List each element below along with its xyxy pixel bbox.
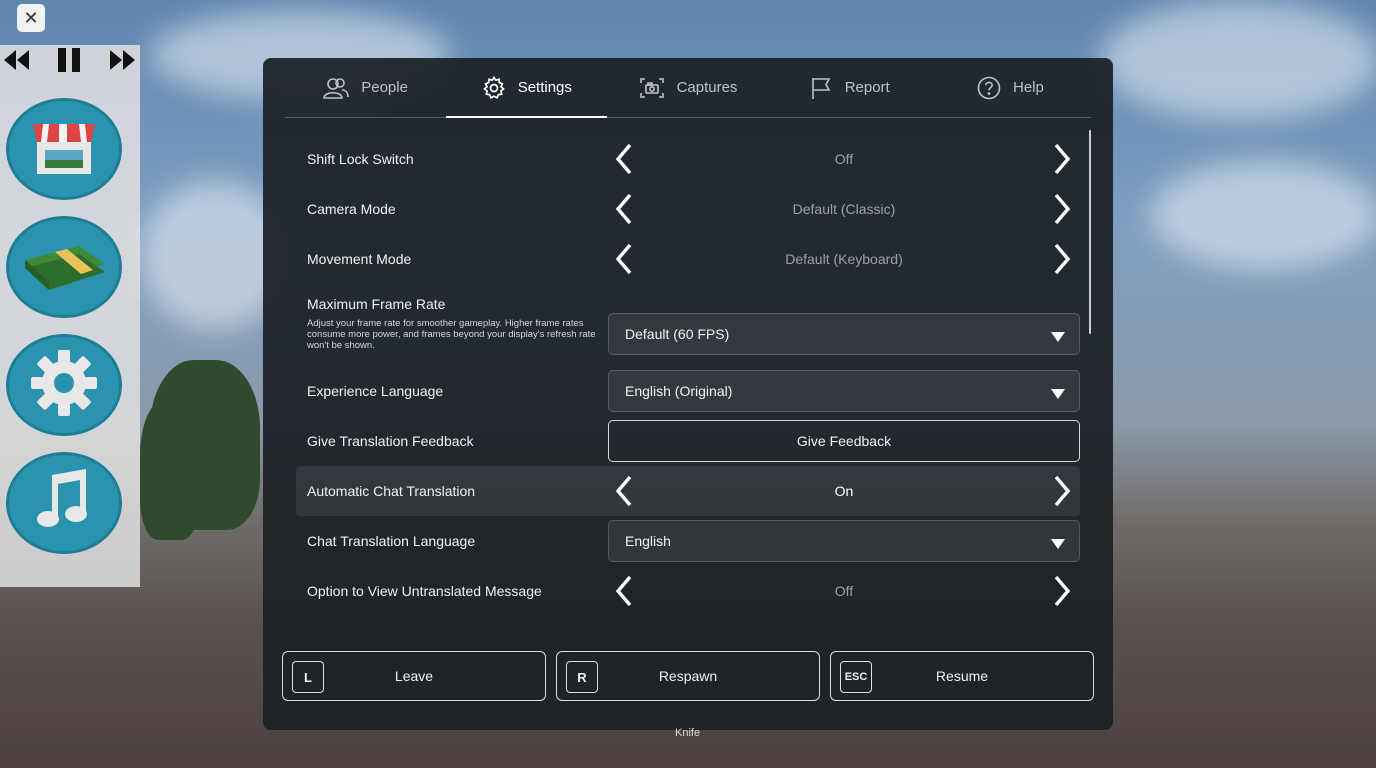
flag-icon	[809, 76, 833, 100]
tab-report[interactable]: Report	[769, 58, 930, 117]
setting-label: Movement Mode	[307, 251, 412, 267]
button-label: Give Feedback	[796, 433, 892, 449]
keycap-l: L	[292, 661, 324, 693]
gear-icon	[27, 346, 101, 425]
button-label: Respawn	[658, 668, 718, 684]
tab-label: People	[361, 79, 408, 96]
frame-rate-dropdown[interactable]: Default (60 FPS)	[608, 313, 1080, 355]
chevron-left-icon[interactable]	[610, 141, 638, 177]
setting-value: Default (Keyboard)	[785, 251, 903, 267]
rewind-icon[interactable]	[2, 48, 30, 72]
setting-row-view-untranslated: Option to View Untranslated Message Off	[296, 566, 1080, 616]
media-controls	[0, 45, 140, 75]
cash-button[interactable]	[6, 216, 122, 318]
chevron-right-icon[interactable]	[1048, 473, 1076, 509]
setting-label: Camera Mode	[307, 201, 396, 217]
chevron-right-icon[interactable]	[1048, 241, 1076, 277]
setting-row-camera-mode: Camera Mode Default (Classic)	[296, 184, 1080, 234]
close-icon: ✕	[23, 7, 39, 29]
setting-label: Option to View Untranslated Message	[307, 583, 542, 599]
resume-button[interactable]: ESC Resume	[830, 651, 1094, 701]
setting-value: Off	[834, 151, 854, 167]
tab-captures[interactable]: Captures	[607, 58, 768, 117]
setting-row-experience-language: Experience Language English (Original)	[296, 366, 1080, 416]
shop-icon	[31, 116, 97, 183]
chevron-left-icon[interactable]	[610, 241, 638, 277]
setting-label: Experience Language	[307, 383, 444, 399]
chat-translation-language-dropdown[interactable]: English	[608, 520, 1080, 562]
button-label: Leave	[394, 668, 434, 684]
caret-down-icon	[1051, 329, 1065, 345]
tab-label: Settings	[517, 79, 572, 96]
setting-value: On	[834, 483, 854, 499]
keycap-r: R	[566, 661, 598, 693]
settings-side-button[interactable]	[6, 334, 122, 436]
chevron-right-icon[interactable]	[1048, 141, 1076, 177]
caret-down-icon	[1051, 536, 1065, 552]
setting-label: Shift Lock Switch	[307, 151, 414, 167]
respawn-button[interactable]: R Respawn	[556, 651, 820, 701]
caret-down-icon	[1051, 386, 1065, 402]
scrollbar[interactable]	[1089, 130, 1091, 334]
camera-icon	[639, 77, 665, 99]
gear-icon	[482, 75, 506, 100]
setting-value: Off	[834, 583, 854, 599]
tab-people[interactable]: People	[285, 58, 446, 117]
give-feedback-button[interactable]: Give Feedback	[608, 420, 1080, 462]
keycap-esc: ESC	[840, 661, 872, 693]
music-note-icon	[34, 468, 94, 538]
setting-value: Default (Classic)	[792, 201, 896, 217]
hotbar-item-label: Knife	[675, 727, 701, 739]
setting-row-movement-mode: Movement Mode Default (Keyboard)	[296, 234, 1080, 284]
dropdown-value: English	[625, 533, 671, 549]
setting-description: Adjust your frame rate for smoother game…	[307, 318, 596, 351]
setting-label: Maximum Frame Rate	[307, 296, 446, 312]
chevron-left-icon[interactable]	[610, 573, 638, 609]
cash-icon	[19, 238, 109, 297]
setting-label: Give Translation Feedback	[307, 433, 474, 449]
setting-row-chat-translation-language: Chat Translation Language English	[296, 516, 1080, 566]
close-button[interactable]: ✕	[17, 4, 45, 32]
setting-row-auto-chat-translation: Automatic Chat Translation On	[296, 466, 1080, 516]
chevron-right-icon[interactable]	[1048, 191, 1076, 227]
help-icon	[977, 76, 1001, 100]
setting-row-translation-feedback: Give Translation Feedback Give Feedback	[296, 416, 1080, 466]
chevron-left-icon[interactable]	[610, 473, 638, 509]
button-label: Resume	[935, 668, 989, 684]
partial-next-row	[613, 625, 637, 631]
tab-label: Captures	[676, 79, 738, 96]
setting-label: Automatic Chat Translation	[307, 483, 476, 499]
people-icon	[323, 77, 350, 99]
tab-label: Help	[1012, 79, 1044, 96]
leave-button[interactable]: L Leave	[282, 651, 546, 701]
experience-language-dropdown[interactable]: English (Original)	[608, 370, 1080, 412]
tab-settings[interactable]: Settings	[446, 58, 608, 118]
tab-help[interactable]: Help	[930, 58, 1091, 117]
setting-row-max-frame-rate: Maximum Frame Rate Adjust your frame rat…	[296, 284, 1080, 364]
setting-label: Chat Translation Language	[307, 533, 476, 549]
pause-icon[interactable]	[54, 47, 84, 73]
dropdown-value: English (Original)	[625, 383, 733, 399]
tab-label: Report	[844, 79, 890, 96]
setting-row-shift-lock: Shift Lock Switch Off	[296, 134, 1080, 184]
chevron-right-icon[interactable]	[1048, 573, 1076, 609]
dropdown-value: Default (60 FPS)	[625, 326, 730, 342]
shop-button[interactable]	[6, 98, 122, 200]
music-button[interactable]	[6, 452, 122, 554]
tab-bar: People Settings Captures Report Help	[285, 58, 1091, 118]
fast-forward-icon[interactable]	[108, 48, 138, 72]
chevron-left-icon[interactable]	[610, 191, 638, 227]
settings-menu: People Settings Captures Report Help Shi…	[263, 58, 1113, 730]
